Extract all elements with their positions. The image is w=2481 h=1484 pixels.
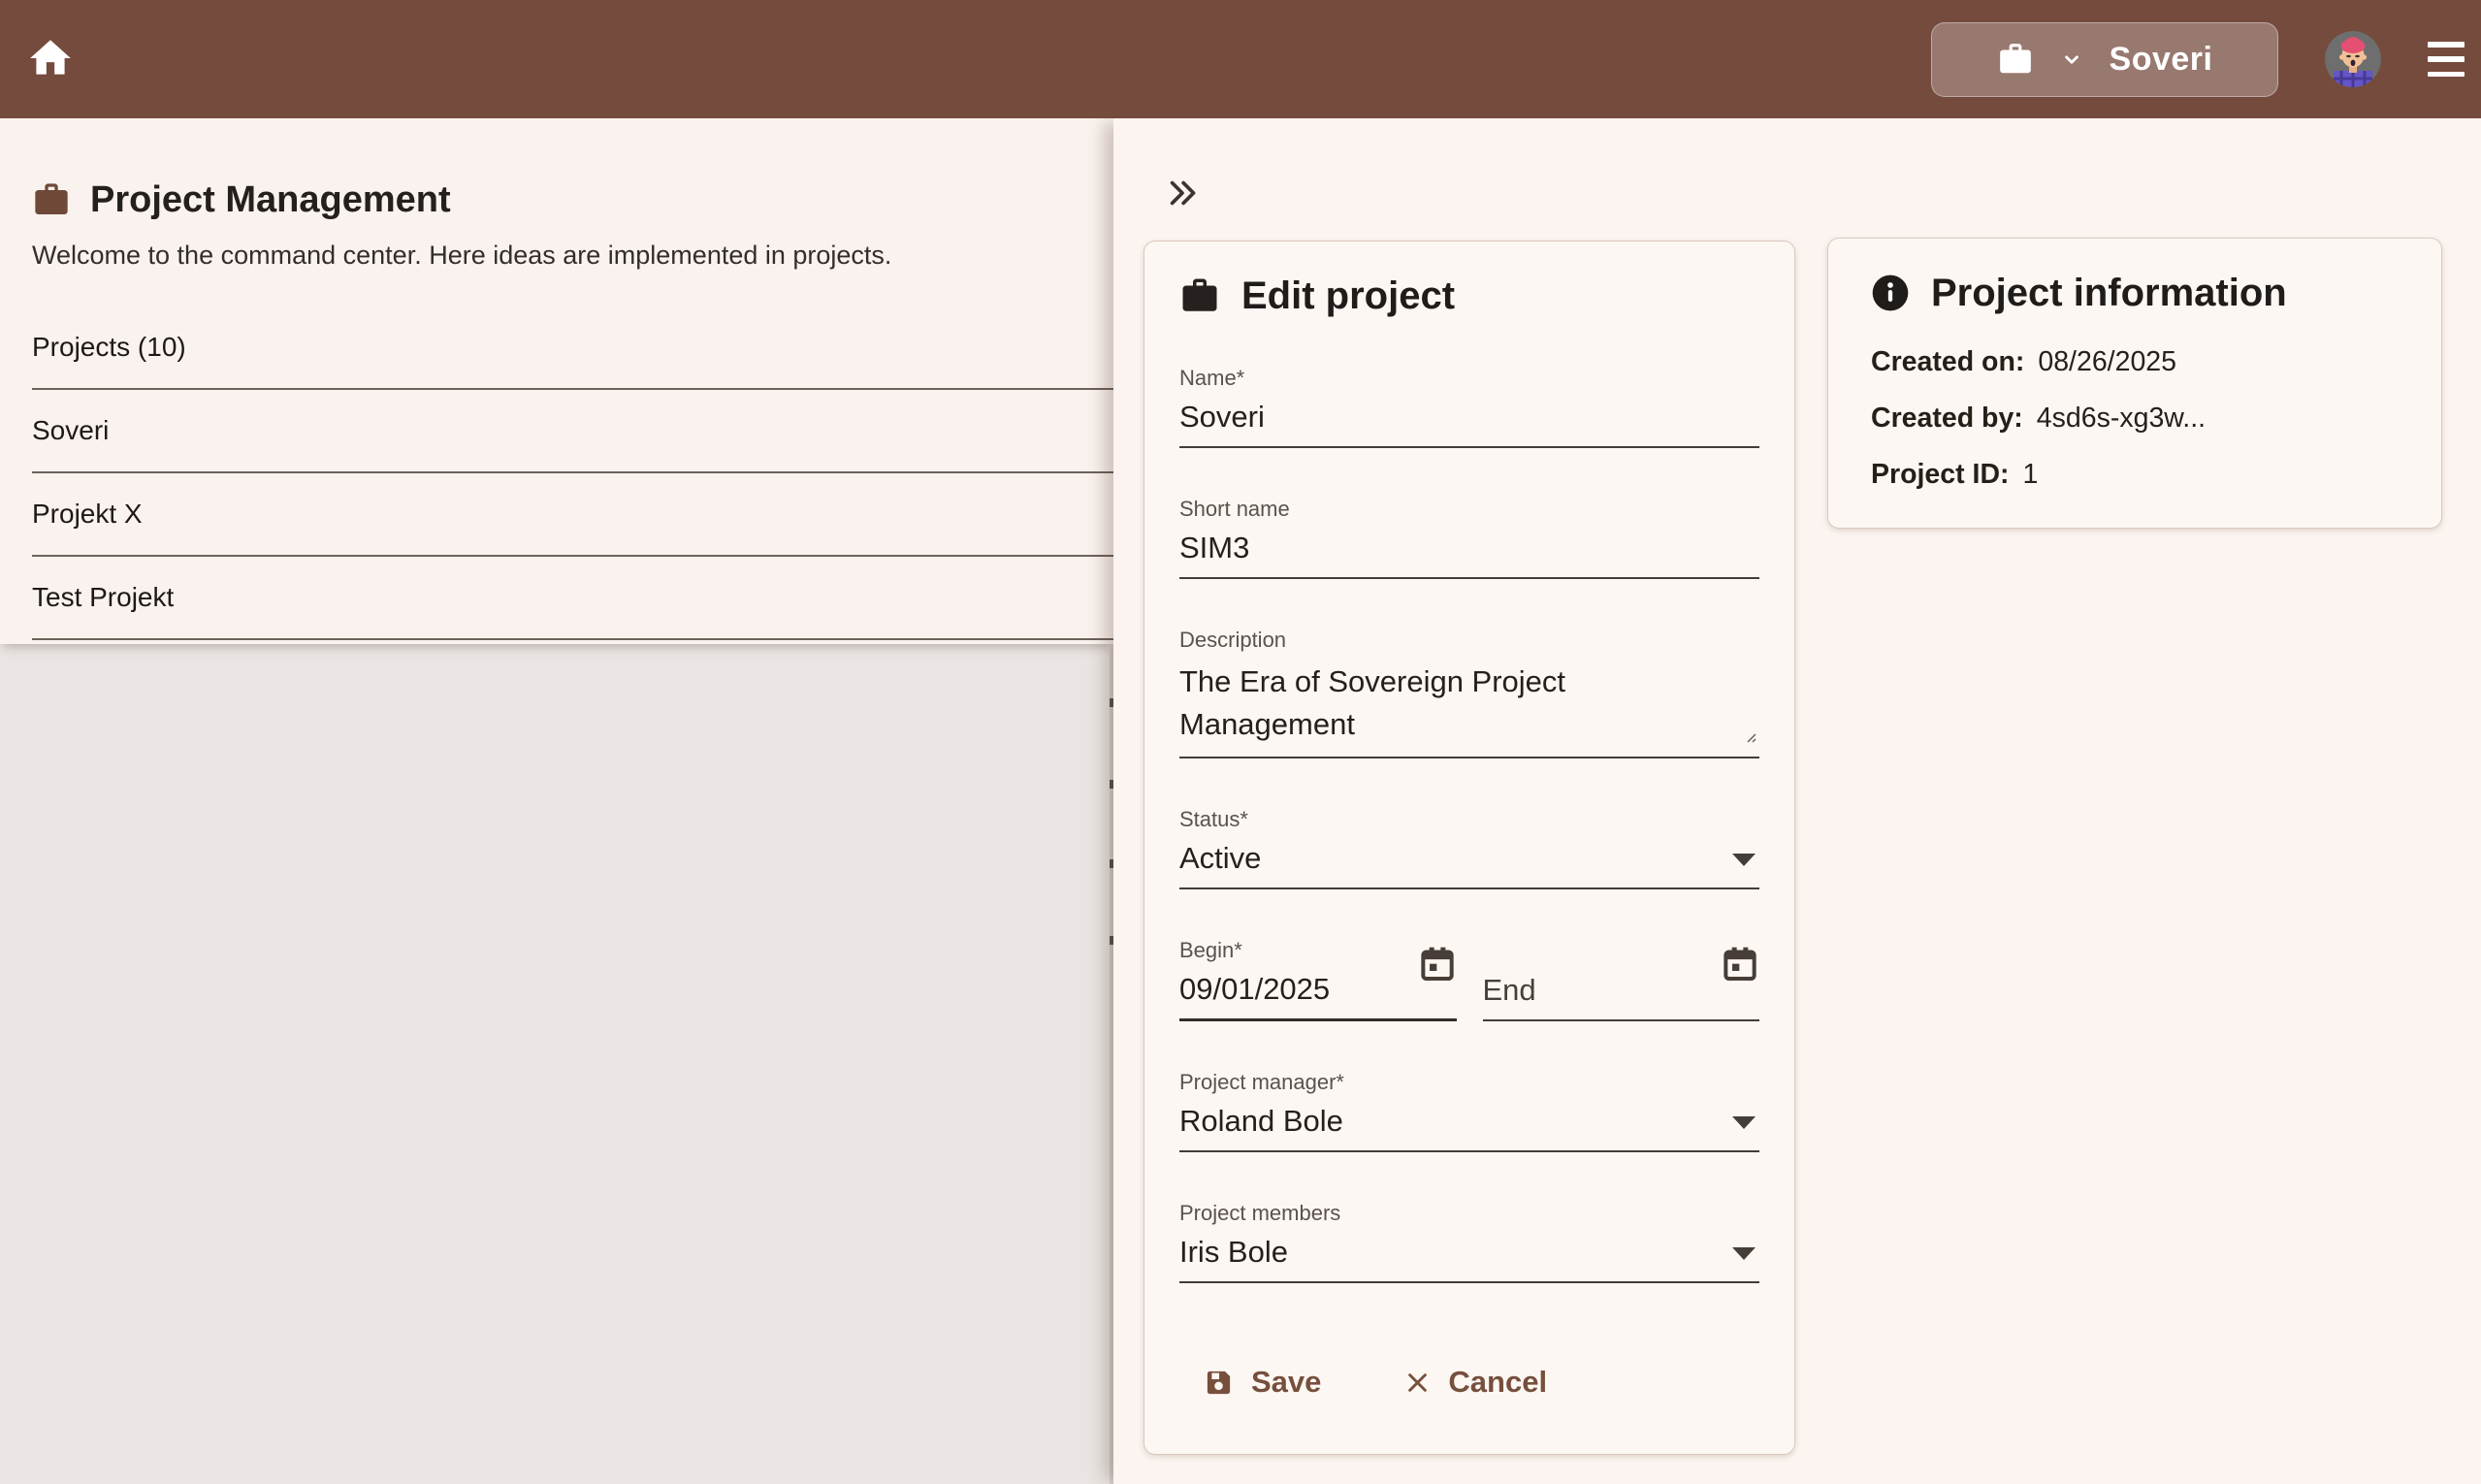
left-column: Project Management Welcome to the comman…	[0, 118, 1113, 1484]
close-icon	[1404, 1370, 1431, 1396]
info-row-created-by: Created by: 4sd6s-xg3w...	[1871, 390, 2399, 446]
briefcase-icon	[32, 180, 71, 219]
begin-date-field[interactable]: Begin* 09/01/2025	[1179, 938, 1457, 1021]
home-button[interactable]	[25, 34, 76, 84]
project-switcher-label: Soveri	[2110, 41, 2213, 79]
project-members-value[interactable]: Iris Bole	[1179, 1234, 1759, 1281]
info-value: 4sd6s-xg3w...	[2037, 403, 2206, 434]
short-name-label: Short name	[1179, 497, 1759, 522]
info-card-title: Project information	[1931, 270, 2287, 316]
edit-card-title-row: Edit project	[1179, 242, 1759, 319]
info-icon	[1871, 274, 1910, 312]
project-list-item[interactable]: Soveri	[32, 390, 1113, 473]
briefcase-icon	[1179, 275, 1220, 316]
info-card-title-row: Project information	[1871, 239, 2399, 316]
project-info-card: Project information Created on: 08/26/202…	[1827, 238, 2442, 529]
status-label: Status*	[1179, 807, 1759, 832]
info-label: Created by:	[1871, 403, 2023, 434]
project-list-item[interactable]: Projekt X	[32, 473, 1113, 557]
date-row: Begin* 09/01/2025	[1179, 938, 1759, 1021]
dropdown-arrow-icon[interactable]	[1732, 1116, 1756, 1129]
save-button[interactable]: Save	[1204, 1365, 1321, 1400]
project-manager-value[interactable]: Roland Bole	[1179, 1103, 1759, 1150]
form-actions: Save Cancel	[1179, 1365, 1759, 1400]
menu-button[interactable]	[2428, 42, 2465, 77]
info-value: 1	[2023, 459, 2039, 490]
info-row-created-on: Created on: 08/26/2025	[1871, 334, 2399, 390]
panel-title-row: Project Management	[32, 118, 1113, 223]
calendar-icon	[1721, 973, 1759, 987]
cancel-button[interactable]: Cancel	[1404, 1365, 1547, 1400]
topbar: Soveri	[0, 0, 2481, 118]
info-label: Project ID:	[1871, 459, 2010, 490]
double-chevron-right-icon	[1166, 196, 1199, 210]
info-row-project-id: Project ID: 1	[1871, 446, 2399, 502]
short-name-field[interactable]: Short name SIM3	[1179, 497, 1759, 579]
page-title: Project Management	[90, 177, 451, 223]
collapse-panel-button[interactable]	[1166, 178, 1199, 210]
info-rows: Created on: 08/26/2025 Created by: 4sd6s-x…	[1871, 334, 2399, 502]
hamburger-menu-icon	[2428, 42, 2465, 48]
description-field[interactable]: Description The Era of Sovereign Project…	[1179, 628, 1759, 758]
dropdown-arrow-icon[interactable]	[1732, 1247, 1756, 1260]
edit-card-title: Edit project	[1241, 273, 1455, 319]
project-switcher-button[interactable]: Soveri	[1931, 22, 2278, 97]
project-management-panel: Project Management Welcome to the comman…	[0, 118, 1113, 644]
begin-label: Begin*	[1179, 938, 1457, 963]
status-select[interactable]: Status* Active	[1179, 807, 1759, 889]
dropdown-arrow-icon[interactable]	[1732, 854, 1756, 866]
main-area: Project Management Welcome to the comman…	[0, 118, 2481, 1484]
project-list-item[interactable]: Test Projekt	[32, 557, 1113, 640]
topbar-right-group: Soveri	[1931, 22, 2465, 97]
briefcase-icon	[1997, 41, 2034, 78]
projects-list: Projects (10) Soveri Projekt X Test Proj…	[32, 306, 1113, 640]
end-date-input[interactable]: End	[1483, 938, 1760, 1019]
info-label: Created on:	[1871, 346, 2024, 377]
description-textarea[interactable]: The Era of Sovereign Project Management	[1179, 661, 1742, 757]
short-name-input[interactable]: SIM3	[1179, 530, 1759, 577]
resize-handle-icon[interactable]	[1742, 728, 1757, 749]
projects-list-header: Projects (10)	[32, 306, 1113, 390]
info-value: 08/26/2025	[2038, 346, 2176, 377]
save-icon	[1204, 1368, 1234, 1398]
calendar-icon	[1418, 973, 1457, 987]
avatar[interactable]	[2325, 31, 2381, 87]
chevron-down-icon	[2059, 47, 2084, 72]
user-avatar-image	[2325, 31, 2381, 87]
home-icon	[26, 71, 75, 85]
project-members-select[interactable]: Project members Iris Bole	[1179, 1201, 1759, 1283]
cancel-button-label: Cancel	[1448, 1365, 1547, 1400]
name-field[interactable]: Name* Soveri	[1179, 366, 1759, 448]
project-manager-label: Project manager*	[1179, 1070, 1759, 1095]
project-manager-select[interactable]: Project manager* Roland Bole	[1179, 1070, 1759, 1152]
description-label: Description	[1179, 628, 1759, 653]
status-value[interactable]: Active	[1179, 840, 1759, 887]
name-label: Name*	[1179, 366, 1759, 391]
end-datepicker-toggle[interactable]	[1721, 944, 1759, 987]
edit-project-card: Edit project Name* Soveri Short name SIM…	[1144, 241, 1795, 1455]
begin-date-input[interactable]: 09/01/2025	[1179, 971, 1457, 1018]
name-input[interactable]: Soveri	[1179, 399, 1759, 446]
detail-pane: Edit project Name* Soveri Short name SIM…	[1113, 118, 2481, 1484]
save-button-label: Save	[1251, 1365, 1321, 1400]
app-window: Soveri	[0, 0, 2481, 1484]
end-date-field[interactable]: End	[1483, 938, 1760, 1021]
project-members-label: Project members	[1179, 1201, 1759, 1226]
page-subtitle: Welcome to the command center. Here idea…	[32, 239, 1113, 272]
begin-datepicker-toggle[interactable]	[1418, 944, 1457, 987]
